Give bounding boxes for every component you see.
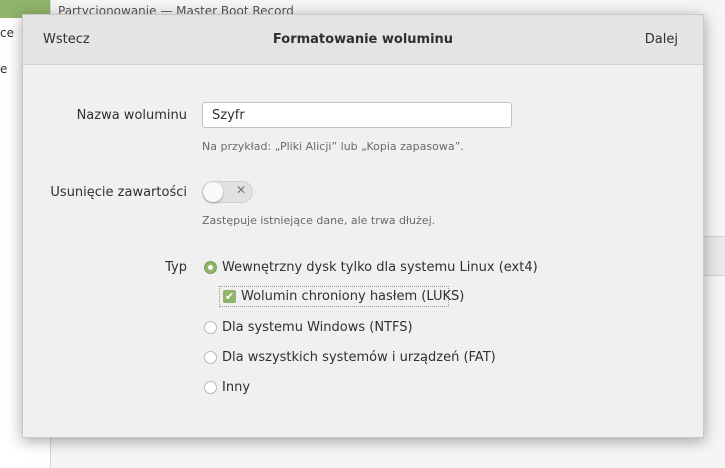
luks-checkbox-row[interactable]: ✔ Wolumin chroniony hasłem (LUKS): [219, 286, 464, 307]
format-volume-dialog: Wstecz Formatowanie woluminu Dalej Nazwa…: [22, 14, 704, 438]
erase-hint: Zastępuje istniejące dane, ale trwa dłuż…: [202, 214, 436, 227]
type-option-ext4[interactable]: Wewnętrzny dysk tylko dla systemu Linux …: [204, 260, 538, 275]
type-option-other[interactable]: Inny: [204, 380, 250, 395]
toggle-knob: [203, 182, 223, 202]
type-option-other-label: Inny: [222, 380, 251, 395]
dialog-title: Formatowanie woluminu: [272, 32, 454, 47]
close-x-icon: ✕: [236, 183, 247, 197]
checkbox-checked-icon[interactable]: ✔: [223, 290, 236, 303]
radio-unchecked-icon[interactable]: [204, 381, 217, 394]
type-option-ntfs-label: Dla systemu Windows (NTFS): [222, 320, 413, 335]
volume-name-label: Nazwa woluminu: [76, 108, 187, 123]
next-button[interactable]: Dalej: [645, 32, 678, 47]
background-sidebar-item[interactable]: ce: [0, 26, 14, 40]
radio-unchecked-icon[interactable]: [204, 351, 217, 364]
erase-toggle[interactable]: ✕: [202, 181, 253, 203]
volume-name-input[interactable]: [202, 102, 512, 128]
type-label: Typ: [165, 260, 187, 275]
dialog-header: Wstecz Formatowanie woluminu Dalej: [23, 15, 703, 65]
luks-label: Wolumin chroniony hasłem (LUKS): [241, 289, 465, 304]
type-option-fat-label: Dla wszystkich systemów i urządzeń (FAT): [222, 350, 496, 365]
erase-label: Usunięcie zawartości: [50, 185, 187, 200]
radio-unchecked-icon[interactable]: [204, 321, 217, 334]
type-option-ntfs[interactable]: Dla systemu Windows (NTFS): [204, 320, 413, 335]
type-option-fat[interactable]: Dla wszystkich systemów i urządzeń (FAT): [204, 350, 496, 365]
type-option-ext4-label: Wewnętrzny dysk tylko dla systemu Linux …: [222, 260, 538, 275]
radio-checked-icon[interactable]: [204, 261, 217, 274]
volume-name-hint: Na przykład: „Pliki Alicji” lub „Kopia z…: [202, 140, 464, 153]
background-sidebar-item[interactable]: e: [0, 62, 7, 76]
